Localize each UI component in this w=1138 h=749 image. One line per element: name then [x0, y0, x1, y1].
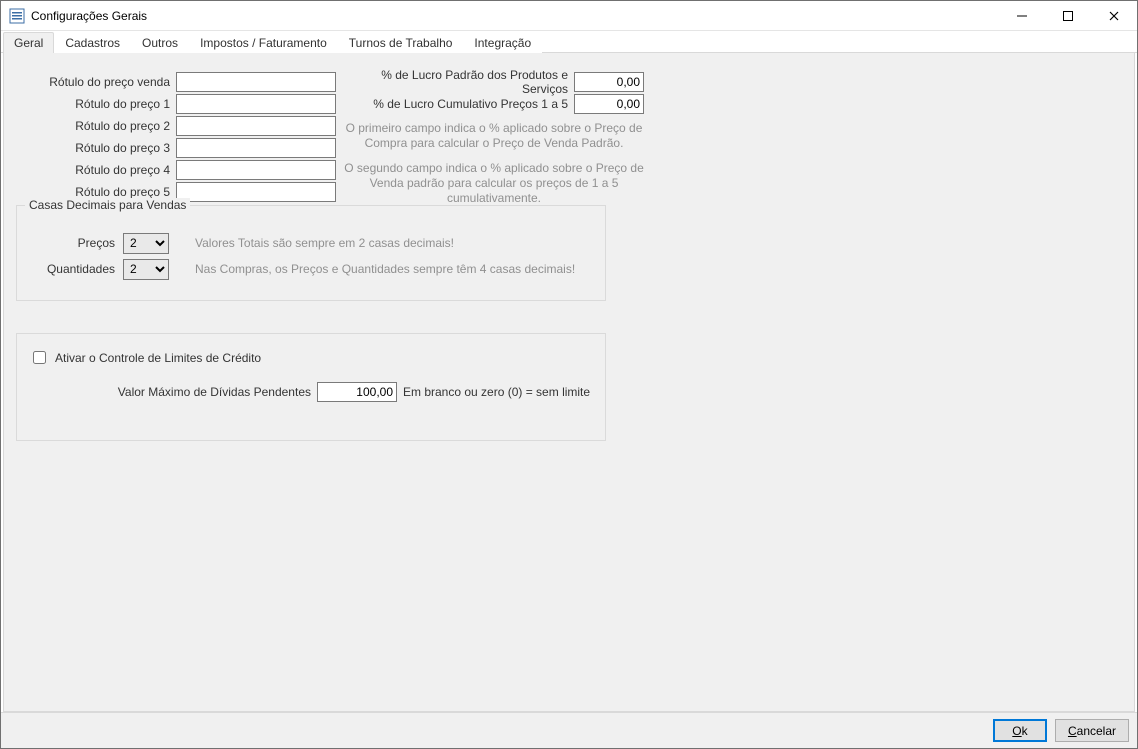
- label-rotulo-venda: Rótulo do preço venda: [20, 75, 170, 89]
- label-max-dividas: Valor Máximo de Dívidas Pendentes: [69, 385, 311, 399]
- input-lucro-cumulativo[interactable]: [574, 94, 644, 114]
- group-controle-credito: Ativar o Controle de Limites de Crédito …: [16, 333, 606, 441]
- group-casas-decimais: Casas Decimais para Vendas Preços 2 Valo…: [16, 205, 606, 301]
- ok-button[interactable]: Ok: [993, 719, 1047, 742]
- input-rotulo-4[interactable]: [176, 160, 336, 180]
- tab-turnos[interactable]: Turnos de Trabalho: [338, 32, 464, 53]
- help-text-1: O primeiro campo indica o % aplicado sob…: [344, 121, 644, 151]
- input-rotulo-5[interactable]: [176, 182, 336, 202]
- label-dec-precos: Preços: [23, 236, 115, 250]
- label-rotulo-1: Rótulo do preço 1: [20, 97, 170, 111]
- label-lucro-cumulativo: % de Lucro Cumulativo Preços 1 a 5: [344, 97, 568, 111]
- close-button[interactable]: [1091, 1, 1137, 31]
- hint-max-dividas: Em branco ou zero (0) = sem limite: [403, 385, 590, 399]
- help-text-2: O segundo campo indica o % aplicado sobr…: [344, 161, 644, 206]
- note-dec-qtd: Nas Compras, os Preços e Quantidades sem…: [195, 262, 575, 276]
- input-rotulo-3[interactable]: [176, 138, 336, 158]
- tab-impostos[interactable]: Impostos / Faturamento: [189, 32, 338, 53]
- group-legend-decimals: Casas Decimais para Vendas: [25, 198, 190, 212]
- label-dec-qtd: Quantidades: [23, 262, 115, 276]
- tab-geral[interactable]: Geral: [3, 32, 54, 53]
- label-rotulo-2: Rótulo do preço 2: [20, 119, 170, 133]
- tab-bar: Geral Cadastros Outros Impostos / Fatura…: [1, 31, 1137, 53]
- label-rotulo-3: Rótulo do preço 3: [20, 141, 170, 155]
- note-dec-precos: Valores Totais são sempre em 2 casas dec…: [195, 236, 454, 250]
- tab-integracao[interactable]: Integração: [463, 32, 542, 53]
- tab-outros[interactable]: Outros: [131, 32, 189, 53]
- select-dec-qtd[interactable]: 2: [123, 259, 169, 280]
- input-rotulo-2[interactable]: [176, 116, 336, 136]
- input-max-dividas[interactable]: [317, 382, 397, 402]
- window-title: Configurações Gerais: [31, 9, 147, 23]
- tab-cadastros[interactable]: Cadastros: [54, 32, 131, 53]
- minimize-button[interactable]: [999, 1, 1045, 31]
- input-lucro-padrao[interactable]: [574, 72, 644, 92]
- titlebar: Configurações Gerais: [1, 1, 1137, 31]
- dialog-footer: Ok Cancelar: [1, 712, 1137, 748]
- select-dec-precos[interactable]: 2: [123, 233, 169, 254]
- checkbox-ativar-credito[interactable]: [33, 351, 46, 364]
- maximize-button[interactable]: [1045, 1, 1091, 31]
- label-rotulo-4: Rótulo do preço 4: [20, 163, 170, 177]
- input-rotulo-1[interactable]: [176, 94, 336, 114]
- cancel-button[interactable]: Cancelar: [1055, 719, 1129, 742]
- label-lucro-padrao: % de Lucro Padrão dos Produtos e Serviço…: [344, 68, 568, 96]
- input-rotulo-venda[interactable]: [176, 72, 336, 92]
- label-ativar-credito: Ativar o Controle de Limites de Crédito: [55, 351, 261, 365]
- app-icon: [9, 8, 25, 24]
- label-rotulo-5: Rótulo do preço 5: [20, 185, 170, 199]
